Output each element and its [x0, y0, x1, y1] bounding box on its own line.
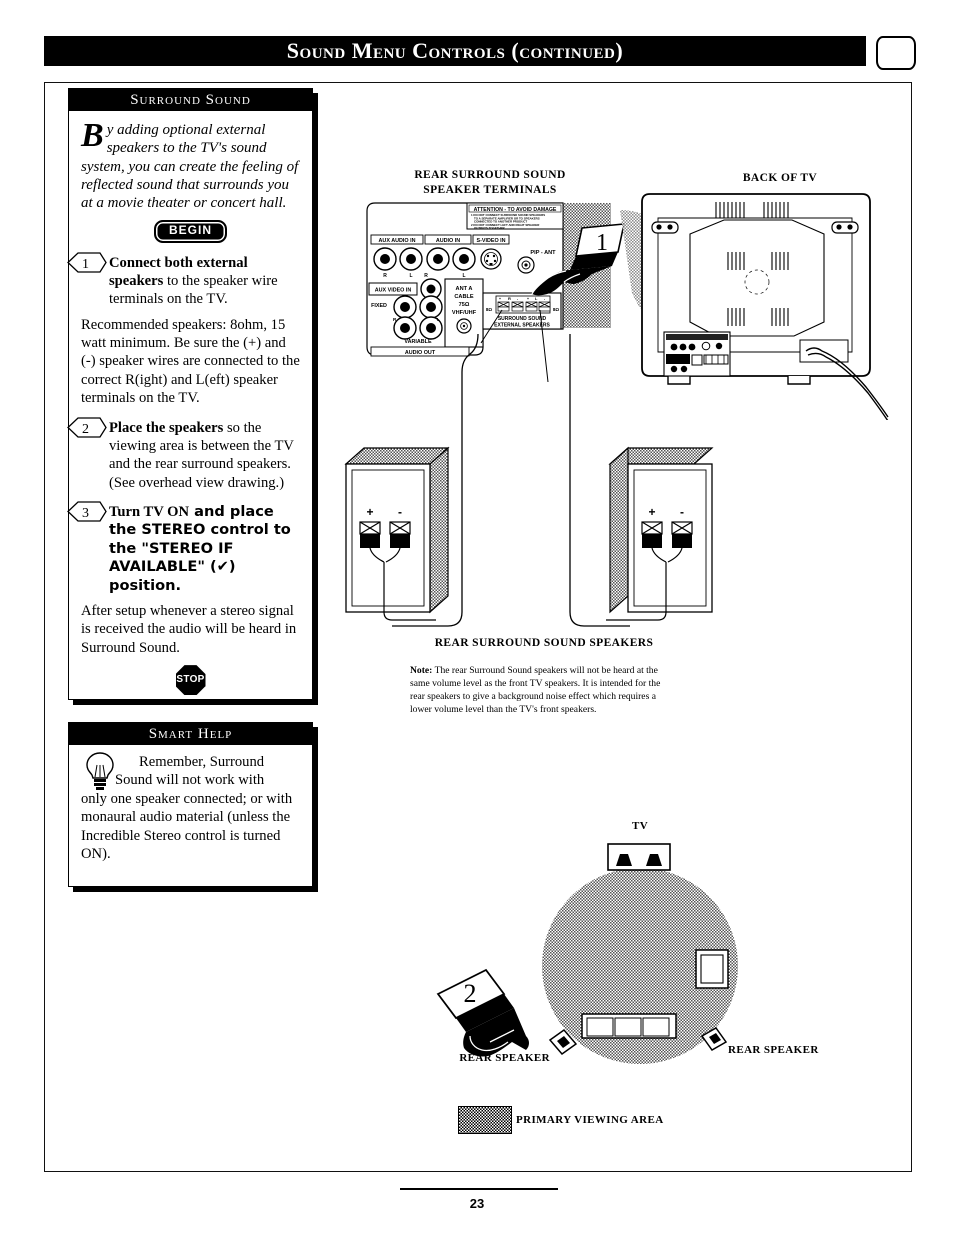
svg-text:1: 1 — [82, 257, 89, 272]
term-minus-r: - — [517, 297, 518, 301]
surround-sound-panel: Surround Sound By adding optional extern… — [67, 88, 313, 700]
overhead-armchair — [695, 949, 729, 989]
svg-text:2: 2 — [82, 422, 89, 437]
callout-2-number: 2 — [464, 979, 477, 1008]
smart-help-body: Remember, Surround Sound will not work w… — [69, 745, 312, 871]
stop-badge-wrap: STOP — [81, 665, 300, 696]
terminals-caption-line2: SPEAKER TERMINALS — [423, 183, 557, 196]
manual-page: Sound Menu Controls (continued) Surround… — [0, 0, 954, 1235]
s-video-in-label: S-VIDEO IN — [476, 238, 505, 244]
hand-pointer-callout-1: 1 — [531, 223, 626, 296]
overhead-rear-speaker-left-label: REAR SPEAKER — [459, 1052, 550, 1064]
smart-help-panel: Smart Help Remember, Surround Sound will… — [68, 722, 313, 887]
fixed-l-label: L — [437, 317, 440, 322]
ohm8-left: 8Ω — [486, 307, 493, 312]
vhf-uhf-label: VHF/UHF — [452, 310, 477, 316]
step-1-marker: 1 — [67, 251, 107, 273]
fixed-label: FIXED — [371, 303, 387, 309]
step-3-lead: Turn TV ON — [109, 504, 190, 521]
callout-1-number: 1 — [596, 230, 608, 256]
s-video-connector — [480, 248, 502, 270]
attention-line5: OUTPUTS TOGETHER — [474, 226, 506, 230]
footer-rule — [400, 1188, 558, 1190]
step-2-lead: Place the speakers — [109, 419, 224, 436]
ohm8-right: 8Ω — [553, 307, 560, 312]
overhead-sofa — [581, 1013, 677, 1039]
attention-title: ATTENTION - TO AVOID DAMAGE — [474, 207, 557, 213]
aux-video-in-label: AUX VIDEO IN — [375, 288, 412, 294]
step-1-paragraph: Recommended speakers: 8ohm, 15 watt mini… — [81, 316, 300, 407]
legend-swatch — [458, 1106, 512, 1134]
step-2: 2 Place the speakers so the viewing area… — [67, 416, 300, 493]
rear-speaker-left: + - — [344, 446, 450, 621]
intro-text: y adding optional external speakers to t… — [81, 122, 299, 212]
light-bulb-icon — [86, 752, 114, 790]
legend-label: PRIMARY VIEWING AREA — [516, 1114, 664, 1126]
step-3-paragraph: After setup whenever a stereo signal is … — [81, 602, 297, 656]
terminals-caption-line1: REAR SURROUND SOUND — [414, 169, 566, 181]
term-plus-r: + — [499, 297, 501, 301]
jack-label-l-1: L — [409, 273, 412, 279]
cable-label: CABLE — [454, 294, 474, 300]
note-text: The rear Surround Sound speakers will no… — [410, 664, 661, 716]
left-speaker-minus: - — [398, 505, 402, 519]
right-speaker-plus: + — [648, 505, 655, 519]
surround-sound-line1: SURROUND SOUND — [498, 316, 547, 322]
begin-badge-wrap: BEGIN — [81, 220, 300, 243]
begin-badge: BEGIN — [153, 220, 227, 243]
aux-audio-in-label: AUX AUDIO IN — [379, 238, 416, 244]
terminals-caption: REAR SURROUND SOUND SPEAKER TERMINALS — [380, 168, 600, 197]
step-3: 3 Turn TV ON and place the STEREO contro… — [67, 501, 300, 595]
left-speaker-plus: + — [366, 505, 373, 519]
page-header-banner: Sound Menu Controls (continued) — [44, 36, 866, 66]
jack-label-l-2: L — [462, 273, 465, 279]
smart-help-line3: only one speaker connected; or with mona… — [81, 790, 293, 862]
page-number: 23 — [469, 1196, 485, 1211]
right-speaker-minus: - — [680, 505, 684, 519]
surround-sound-heading: Surround Sound — [69, 89, 312, 111]
step-2-marker: 2 — [67, 416, 107, 438]
step-3-marker: 3 — [67, 501, 107, 522]
term-r-label: R — [508, 296, 511, 301]
tv-screen-icon — [876, 36, 916, 70]
drop-cap: B — [81, 117, 104, 154]
back-of-tv-caption: BACK OF TV — [742, 172, 818, 184]
jack-label-r-1: R — [383, 273, 387, 279]
overhead-tv — [607, 843, 671, 871]
ant-a-label: ANT A — [456, 286, 473, 292]
jack-label-r-2: R — [424, 273, 428, 279]
stop-badge: STOP — [175, 665, 206, 696]
note-paragraph: Note: The rear Surround Sound speakers w… — [410, 664, 662, 717]
smart-help-heading: Smart Help — [69, 723, 312, 745]
ohm75-label: 75Ω — [459, 302, 470, 308]
surround-sound-body: By adding optional external speakers to … — [67, 111, 312, 707]
overhead-tv-label: TV — [631, 820, 649, 832]
rear-speaker-right: + - — [606, 446, 714, 621]
step-1: 1 Connect both external speakers to the … — [67, 251, 300, 309]
note-label: Note: — [410, 664, 433, 676]
page-title: Sound Menu Controls (continued) — [286, 38, 624, 63]
intro-paragraph: By adding optional external speakers to … — [81, 117, 300, 212]
audio-in-label: AUDIO IN — [436, 238, 460, 244]
speakers-caption: REAR SURROUND SOUND SPEAKERS — [434, 637, 654, 649]
overhead-rear-speaker-right-label: REAR SPEAKER — [728, 1044, 819, 1056]
svg-text:3: 3 — [82, 506, 89, 521]
